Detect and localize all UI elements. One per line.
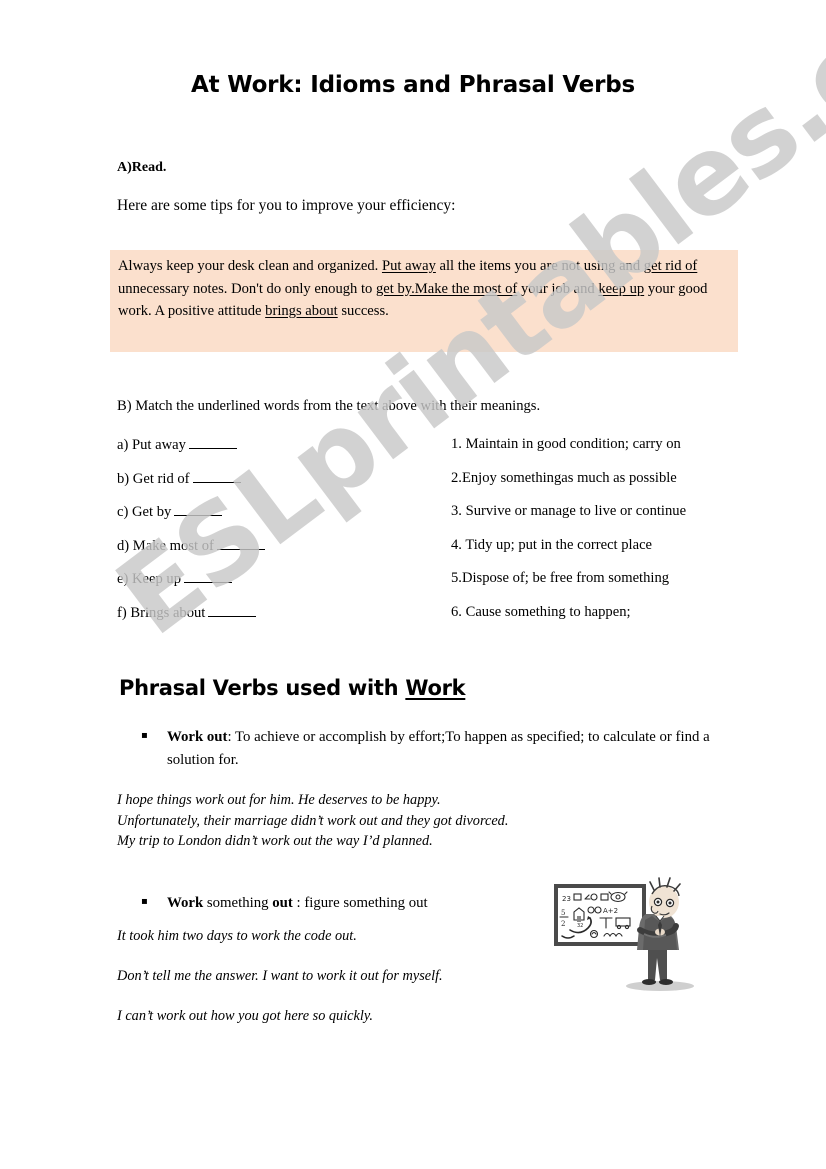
answer-blank-a[interactable] [188, 436, 237, 449]
work-out-term: Work out [167, 729, 228, 745]
answer-blank-b[interactable] [192, 470, 241, 483]
passage-part-4: your job and [517, 280, 599, 297]
passage-part-1: Always keep your desk clean and organize… [118, 258, 382, 274]
answer-blank-c[interactable] [174, 503, 223, 517]
work-out-entry: ▪ Work out: To achieve or accomplish by … [141, 726, 741, 771]
work-out-example-3: My trip to London didn’t work out the wa… [117, 833, 433, 849]
passage-underline-brings-about: brings about [265, 303, 338, 319]
match-term-e: e) Keep up [117, 570, 417, 604]
match-term-c: c) Get by [117, 503, 417, 537]
match-terms-column: a) Put away b) Get rid of c) Get by d) M… [117, 436, 417, 638]
match-term-d-label: d) Make most of [117, 537, 214, 554]
svg-text:5: 5 [561, 909, 565, 917]
passage-underline-put-away: Put away [381, 258, 436, 274]
passage-part-2: all the items you are not using and [435, 258, 644, 274]
match-definition-4: 4. Tidy up; put in the correct place [451, 536, 653, 553]
work-out-example-1: I hope things work out for him. He deser… [117, 792, 441, 808]
section-a-label: A)Read. [117, 160, 167, 175]
passage-part-6: success. [337, 303, 389, 319]
phrasal-verbs-heading-prefix: Phrasal Verbs used with [119, 676, 406, 700]
work-something-out-example-1: It took him two days to work the code ou… [117, 928, 357, 944]
work-out-entry-body: Work out: To achieve or accomplish by ef… [167, 726, 741, 771]
match-term-f: f) Brings about [117, 604, 417, 638]
work-something-out-example-2: Don’t tell me the answer. I want to work… [117, 968, 443, 984]
work-something-out-body: Work something out : figure something ou… [167, 892, 428, 915]
answer-blank-d[interactable] [216, 537, 265, 550]
match-term-a-label: a) Put away [117, 437, 186, 453]
match-definition-3: 3. Survive or manage to live or continue [451, 503, 687, 520]
section-a-intro: Here are some tips for you to improve yo… [117, 197, 456, 214]
match-definitions-column: 1. Maintain in good condition; carry on … [451, 436, 761, 638]
passage-underline-get-rid-of: get rid of [643, 258, 698, 274]
square-bullet-icon: ▪ [141, 730, 148, 741]
work-something-out-examples: It took him two days to work the code ou… [117, 928, 443, 1048]
match-term-c-label: c) Get by [117, 504, 172, 521]
man-shoe-right [659, 979, 673, 985]
phrasal-verbs-heading-work: Work [405, 676, 466, 700]
page-title: At Work: Idioms and Phrasal Verbs [191, 72, 635, 98]
work-out-definition: : To achieve or accomplish by effort;To … [167, 729, 710, 768]
match-definition-5: 5.Dispose of; be free from something [451, 570, 670, 587]
match-term-a: a) Put away [117, 436, 417, 470]
square-bullet-icon: ▪ [141, 896, 148, 907]
work-out-examples: I hope things work out for him. He deser… [117, 790, 508, 852]
svg-text:32: 32 [577, 923, 583, 929]
passage-underline-get-by-make-the-most-of: get by.Make the most of [375, 280, 518, 297]
answer-blank-f[interactable] [208, 604, 257, 617]
work-something-out-example-3: I can’t work out how you got here so qui… [117, 1008, 373, 1024]
match-definition-6: 6. Cause something to happen; [451, 603, 631, 620]
man-pupil-right [668, 901, 672, 905]
reading-passage-box: Always keep your desk clean and organize… [110, 250, 738, 352]
work-something-out-term-work: Work [167, 895, 204, 911]
man-at-whiteboard-illustration: 23 5 2 A+2 32 [554, 877, 694, 991]
phrasal-verbs-heading: Phrasal Verbs used with Work [119, 676, 466, 700]
answer-blank-e[interactable] [184, 570, 233, 584]
passage-underline-keep-up: keep up [598, 280, 645, 297]
man-legs [648, 948, 667, 980]
match-term-e-label: e) Keep up [117, 571, 182, 588]
man-shoe-left [642, 979, 656, 985]
match-term-f-label: f) Brings about [117, 604, 206, 621]
svg-text:2: 2 [561, 920, 565, 928]
work-out-example-2: Unfortunately, their marriage didn’t wor… [117, 812, 509, 829]
worksheet-page: At Work: Idioms and Phrasal Verbs A)Read… [0, 0, 826, 1169]
work-something-out-term-mid: something [203, 895, 273, 911]
match-term-b-label: b) Get rid of [117, 470, 190, 487]
passage-part-3: unnecessary notes. Don't do only enough … [118, 280, 376, 297]
reading-passage-text: Always keep your desk clean and organize… [118, 255, 732, 323]
work-something-out-term-out: out [272, 895, 293, 911]
match-definition-1: 1. Maintain in good condition; carry on [451, 436, 681, 452]
match-term-d: d) Make most of [117, 537, 417, 571]
section-b-label: B) Match the underlined words from the t… [117, 398, 541, 414]
match-term-b: b) Get rid of [117, 470, 417, 504]
man-pupil-left [656, 900, 660, 904]
svg-text:23: 23 [562, 895, 571, 903]
svg-text:A+2: A+2 [603, 907, 618, 915]
match-definition-2: 2.Enjoy somethingas much as possible [451, 469, 677, 486]
work-something-out-definition: : figure something out [292, 895, 428, 911]
